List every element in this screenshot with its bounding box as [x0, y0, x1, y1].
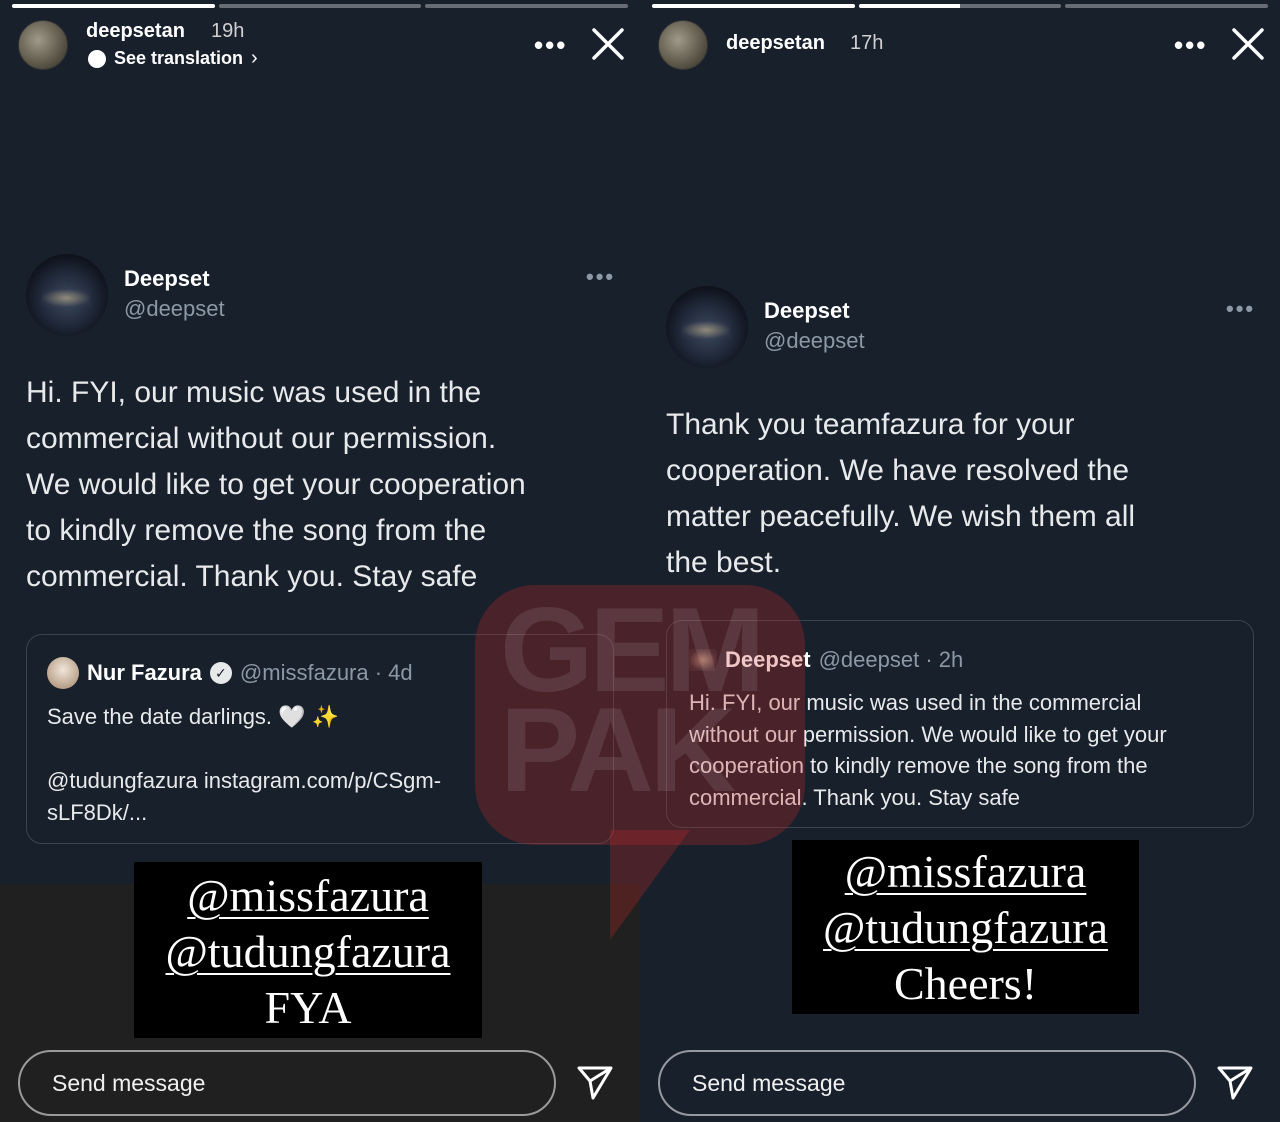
- tweet-line: cooperation. We have resolved the: [666, 454, 1130, 487]
- heart-sparkle-emoji: 🤍 ✨: [278, 704, 340, 729]
- progress-segment: [858, 4, 1062, 8]
- quoted-text: Hi. FYI, our music was used in the comme…: [689, 687, 1167, 813]
- tweet-avatar: [26, 254, 108, 336]
- progress-segment: [12, 4, 215, 8]
- quoted-author-meta: @missfazura · 4d: [239, 660, 413, 685]
- see-translation-button[interactable]: See translation ›: [88, 47, 258, 70]
- quoted-avatar: [47, 657, 79, 689]
- avatar[interactable]: [18, 20, 68, 70]
- mention-sticker[interactable]: @missfazura @tudungfazura Cheers!: [792, 840, 1139, 1014]
- story-username[interactable]: deepsetan: [86, 20, 185, 43]
- tweet-more-icon: •••: [586, 264, 616, 289]
- tweet-line: Hi. FYI, our music was used in the: [26, 376, 482, 409]
- tweet-line: Thank you teamfazura for your: [666, 408, 1075, 441]
- mention-tudungfazura[interactable]: @tudungfazura: [134, 924, 482, 980]
- tweet-avatar: [666, 286, 748, 368]
- more-icon[interactable]: •••: [1174, 30, 1207, 61]
- chat-bubble-icon: [88, 49, 106, 68]
- progress-segment: [1065, 4, 1269, 8]
- quoted-author-name: Nur Fazura: [87, 660, 202, 685]
- mention-missfazura[interactable]: @missfazura: [134, 868, 482, 924]
- story-progress: [652, 4, 1269, 8]
- quoted-tweet-header: Nur Fazura ✓ @missfazura · 4d: [47, 657, 413, 689]
- tweet-line: matter peacefully. We wish them all: [666, 500, 1136, 533]
- tweet-line: the best.: [666, 546, 782, 579]
- story-right: deepsetan 17h ••• Deepset @deepset ••• T…: [640, 0, 1280, 1122]
- story-progress: [12, 4, 629, 8]
- progress-segment: [425, 4, 629, 8]
- tweet-line: commercial. Thank you. Stay safe: [26, 560, 478, 593]
- tweet-body: Thank you teamfazura for your cooperatio…: [666, 402, 1266, 586]
- story-time: 17h: [850, 32, 884, 54]
- quoted-tweet-header: Deepset @deepset · 2h: [689, 647, 963, 673]
- quoted-text-line: commercial. Thank you. Stay safe: [689, 784, 1020, 810]
- avatar[interactable]: [658, 20, 708, 70]
- chevron-right-icon: ›: [251, 47, 258, 69]
- quoted-text: Save the date darlings. 🤍 ✨: [47, 701, 339, 733]
- send-message-placeholder: Send message: [52, 1070, 206, 1096]
- tweet-line: to kindly remove the song from the: [26, 514, 487, 547]
- send-message-placeholder: Send message: [692, 1070, 846, 1096]
- mention-tudungfazura[interactable]: @tudungfazura: [792, 900, 1139, 956]
- quoted-text-line: cooperation to kindly remove the song fr…: [689, 753, 1148, 778]
- quoted-text-line: Save the date darlings.: [47, 704, 273, 729]
- story-username[interactable]: deepsetan: [726, 32, 825, 55]
- quoted-tweet[interactable]: Nur Fazura ✓ @missfazura · 4d Save the d…: [26, 634, 614, 844]
- quoted-link-line: @tudungfazura instagram.com/p/CSgm-: [47, 768, 442, 793]
- progress-segment: [652, 4, 855, 8]
- tweet-author-handle: @deepset: [124, 296, 225, 321]
- tweet-more-icon: •••: [1226, 296, 1256, 321]
- tweet-author-handle: @deepset: [764, 328, 865, 353]
- story-left: deepsetan 19h See translation › ••• Deep…: [0, 0, 640, 1122]
- quoted-author-meta: @deepset · 2h: [818, 647, 964, 672]
- sticker-caption: Cheers!: [893, 958, 1038, 1009]
- progress-segment: [218, 4, 422, 8]
- tweet-author-name: Deepset: [764, 298, 850, 323]
- send-message-input[interactable]: Send message: [18, 1050, 556, 1116]
- send-icon[interactable]: [1216, 1064, 1254, 1102]
- more-icon[interactable]: •••: [534, 30, 567, 61]
- quoted-text-line: without our permission. We would like to…: [689, 721, 1167, 747]
- story-header: deepsetan 17h •••: [658, 18, 1264, 74]
- sticker-caption: FYA: [264, 982, 352, 1033]
- translation-label: See translation: [114, 48, 244, 68]
- story-time: 19h: [211, 20, 245, 42]
- send-message-input[interactable]: Send message: [658, 1050, 1196, 1116]
- quoted-avatar: [689, 649, 717, 671]
- quoted-link-line: sLF8Dk/...: [47, 800, 148, 825]
- tweet-line: We would like to get your cooperation: [26, 468, 526, 501]
- quoted-author-name: Deepset: [725, 647, 811, 672]
- quoted-text-line: Hi. FYI, our music was used in the comme…: [689, 690, 1142, 715]
- tweet-line: commercial without our permission.: [26, 422, 497, 455]
- close-icon[interactable]: [1230, 26, 1266, 62]
- quoted-tweet[interactable]: Deepset @deepset · 2h Hi. FYI, our music…: [666, 620, 1254, 828]
- mention-missfazura[interactable]: @missfazura: [792, 844, 1139, 900]
- tweet-author-name: Deepset: [124, 266, 210, 291]
- tweet-body: Hi. FYI, our music was used in the comme…: [26, 370, 626, 600]
- send-icon[interactable]: [576, 1064, 614, 1102]
- story-header: deepsetan 19h See translation › •••: [18, 18, 624, 74]
- mention-sticker[interactable]: @missfazura @tudungfazura FYA: [134, 862, 482, 1038]
- verified-icon: ✓: [209, 662, 232, 684]
- close-icon[interactable]: [590, 26, 626, 62]
- quoted-link[interactable]: @tudungfazura instagram.com/p/CSgm- sLF8…: [47, 765, 441, 829]
